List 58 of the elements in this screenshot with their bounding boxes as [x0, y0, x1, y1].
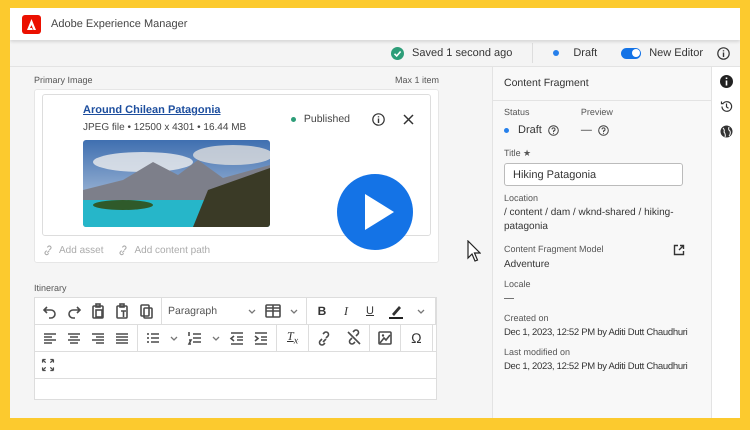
field-label: Primary Image: [34, 75, 93, 85]
created-value: Dec 1, 2023, 12:52 PM by Aditi Dutt Chaudhuri: [504, 326, 688, 340]
indent-icon[interactable]: [252, 329, 270, 347]
field-label: Content Fragment Model: [504, 244, 604, 254]
bold-button[interactable]: B: [315, 304, 329, 318]
status-value: Draft: [518, 124, 542, 136]
location-path: / content / dam / wknd-shared / hiking-patagonia: [504, 206, 675, 234]
open-external-icon[interactable]: [673, 244, 685, 256]
info-icon[interactable]: [372, 112, 385, 126]
close-icon[interactable]: [403, 114, 414, 124]
help-icon[interactable]: [548, 124, 559, 136]
panel-heading: Content Fragment: [493, 67, 711, 101]
asset-link[interactable]: Around Chilean Patagonia: [83, 104, 221, 116]
italic-button[interactable]: I: [339, 304, 353, 318]
help-icon[interactable]: [598, 124, 609, 136]
info-icon[interactable]: [717, 46, 730, 60]
format-dropdown[interactable]: Paragraph: [168, 305, 240, 317]
link-icon: [42, 244, 54, 256]
special-character-button[interactable]: Ω: [411, 330, 422, 346]
asset-status: Published: [304, 113, 350, 125]
underline-button[interactable]: U: [363, 305, 377, 317]
field-label: Created on: [504, 313, 550, 323]
locale-value: —: [504, 292, 515, 306]
field-label: Itinerary: [34, 283, 68, 293]
copy-icon[interactable]: [137, 302, 155, 320]
title-input[interactable]: Hiking Patagonia: [504, 163, 683, 186]
logo-icon: [22, 14, 41, 34]
pointer-cursor-icon: [467, 240, 481, 262]
image-icon[interactable]: [376, 329, 394, 347]
toggle-label: New Editor: [649, 47, 703, 59]
field-label: Last modified on: [504, 347, 572, 357]
play-button-icon[interactable]: [337, 174, 413, 250]
outdent-icon[interactable]: [228, 329, 246, 347]
field-label: Status: [504, 107, 531, 117]
toggle-switch[interactable]: [621, 48, 642, 58]
field-label: Locale: [504, 279, 532, 289]
save-status: Saved 1 second ago: [412, 47, 512, 59]
model-value: Adventure: [504, 258, 551, 272]
check-circle-icon: [391, 46, 404, 60]
unlink-icon[interactable]: [345, 329, 364, 347]
info-icon[interactable]: [720, 75, 732, 88]
history-icon[interactable]: [720, 100, 732, 113]
link-icon: [117, 244, 130, 256]
paste-text-icon[interactable]: [113, 302, 131, 320]
numbered-list-icon[interactable]: [186, 329, 204, 347]
field-label: Location: [504, 193, 540, 203]
table-icon[interactable]: [264, 302, 282, 320]
asset-meta: JPEG file • 12500 x 4301 • 16.44 MB: [83, 122, 248, 133]
clear-format-button[interactable]: T$_{x}$: [287, 329, 298, 347]
paste-icon[interactable]: [89, 302, 107, 320]
field-label: Title ★: [504, 148, 532, 158]
field-label: Preview: [580, 107, 613, 117]
status-label: Draft: [573, 47, 598, 59]
modified-value: Dec 1, 2023, 12:52 PM by Aditi Dutt Chaudhuri: [504, 360, 688, 374]
item-limit: Max 1 item: [394, 75, 439, 85]
preview-value: —: [580, 124, 592, 136]
fullscreen-icon[interactable]: [41, 358, 55, 372]
app-title: Adobe Experience Manager: [51, 18, 188, 30]
